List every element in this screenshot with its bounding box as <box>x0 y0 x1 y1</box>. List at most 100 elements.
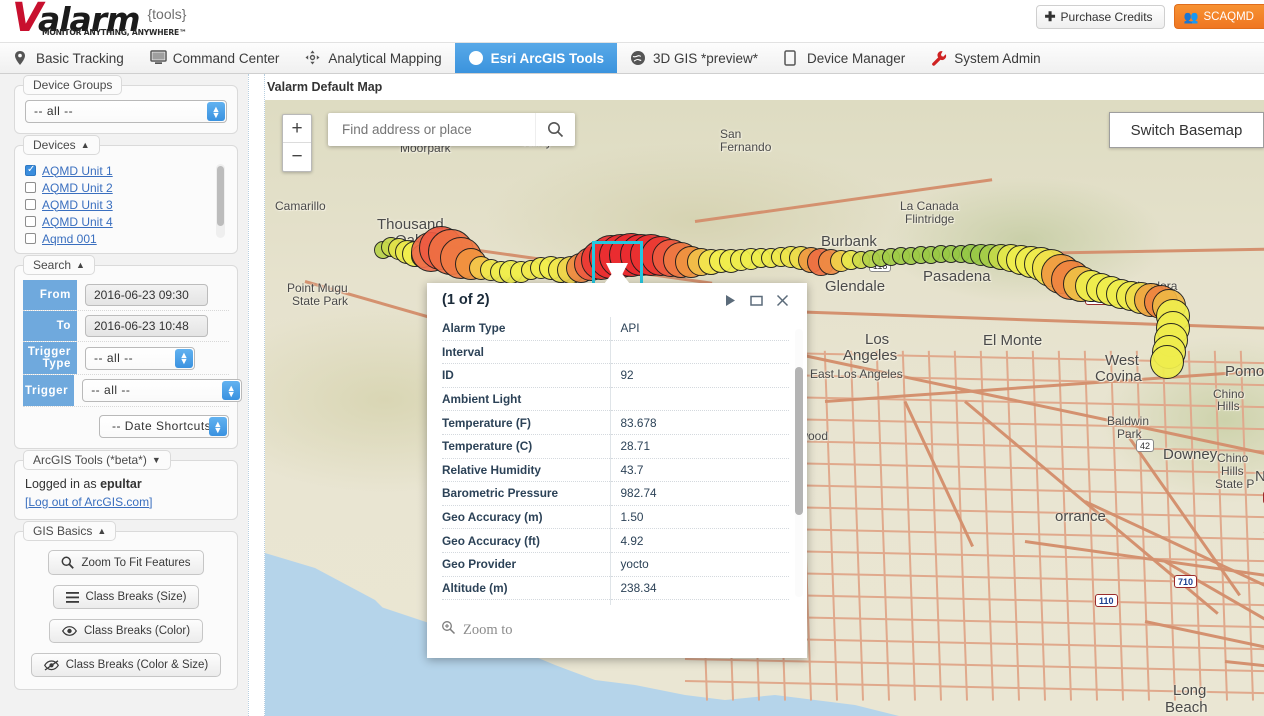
zoom-out-button[interactable]: − <box>283 143 311 171</box>
logo-tagline: MONITOR ANYTHING, ANYWHERE™ <box>42 28 187 37</box>
attribute-key: ID <box>442 368 454 383</box>
gis-button-label: Class Breaks (Color) <box>83 625 191 637</box>
gis-button-zoom-to-fit-features[interactable]: Zoom To Fit Features <box>48 550 204 575</box>
device-list-item[interactable]: AQMD Unit 3 <box>25 196 227 213</box>
play-next-icon[interactable] <box>717 287 743 313</box>
gis-button-class-breaks-color[interactable]: Class Breaks (Color) <box>48 619 204 643</box>
attribute-value: 781.96 <box>609 599 789 605</box>
devices-legend[interactable]: Devices ▲ <box>23 135 100 155</box>
trigger-select[interactable]: -- all -- ▲ ▼ <box>82 379 243 402</box>
trigger-type-select[interactable]: -- all -- ▲ ▼ <box>85 346 195 370</box>
map-search-box <box>328 113 575 146</box>
attribute-key: Altitude (m) <box>442 580 508 595</box>
chevron-updown-icon[interactable]: ▲ ▼ <box>175 348 193 368</box>
device-checkbox[interactable] <box>25 216 36 227</box>
date-shortcuts-select[interactable]: -- Date Shortcuts -- ▲ ▼ <box>99 415 229 438</box>
switch-basemap-button[interactable]: Switch Basemap <box>1109 112 1264 148</box>
gis-basics-legend[interactable]: GIS Basics ▲ <box>23 521 117 541</box>
bracket-close: ] <box>149 495 153 509</box>
device-list-item[interactable]: AQMD Unit 1 <box>25 162 227 179</box>
purchase-credits-button[interactable]: ✚ Purchase Credits <box>1035 4 1165 29</box>
map-label: Glendale <box>825 278 886 295</box>
device-label[interactable]: Aqmd 001 <box>42 232 97 246</box>
zoom-in-button[interactable]: + <box>283 115 311 143</box>
purchase-credits-label: Purchase Credits <box>1060 9 1153 24</box>
attribute-row: Altitude (m) 238.34 <box>442 576 789 600</box>
map-search-input[interactable] <box>328 121 535 138</box>
popup-scrollbar[interactable] <box>795 329 803 597</box>
trigger-value: -- all -- <box>82 379 243 402</box>
attribute-value: 43.7 <box>609 458 789 482</box>
device-list-scrollbar[interactable] <box>216 164 225 238</box>
nav-tab-3d-gis-preview[interactable]: 3D GIS *preview* <box>617 43 771 73</box>
sensor-data-point[interactable] <box>1150 345 1184 379</box>
device-label[interactable]: AQMD Unit 1 <box>42 164 113 178</box>
device-list-item[interactable]: AQMD Unit 2 <box>25 179 227 196</box>
nav-tab-esri-arcgis-tools[interactable]: Esri ArcGIS Tools <box>454 43 617 73</box>
attribute-key: Alarm Type <box>442 321 506 336</box>
nav-tab-basic-tracking[interactable]: Basic Tracking <box>0 43 137 73</box>
device-label[interactable]: AQMD Unit 2 <box>42 181 113 195</box>
chevron-updown-icon[interactable]: ▲ ▼ <box>222 381 241 400</box>
attribute-row: Alarm Type API <box>442 317 789 341</box>
map-label: Burbank <box>821 233 877 250</box>
zoom-to-link[interactable]: Zoom to <box>463 622 513 639</box>
attribute-value: 1.50 <box>609 505 789 529</box>
device-label[interactable]: AQMD Unit 4 <box>42 215 113 229</box>
devices-panel: Devices ▲ AQMD Unit 1 AQMD Unit 2 AQMD Uni… <box>14 135 238 254</box>
valarm-logo[interactable]: Valarm MONITOR ANYTHING, ANYWHERE™ {tool… <box>12 0 187 38</box>
search-panel: Search ▲ From To Trigger Type -- all -- … <box>14 255 243 449</box>
trigger-type-field-wrap: -- all -- ▲ ▼ <box>77 342 229 374</box>
map-label: Pasadena <box>923 268 991 285</box>
nav-tab-analytical-mapping[interactable]: Analytical Mapping <box>292 43 454 73</box>
chevron-updown-icon[interactable]: ▲ ▼ <box>207 102 225 121</box>
nav-tab-command-center[interactable]: Command Center <box>137 43 293 73</box>
map-label: Angeles <box>843 347 898 364</box>
from-date-input[interactable] <box>85 284 208 306</box>
trigger-field-wrap: -- all -- ▲ ▼ <box>74 375 243 406</box>
nav-tab-label: 3D GIS *preview* <box>652 50 758 66</box>
popup-scroll-thumb[interactable] <box>795 367 803 515</box>
device-list-item[interactable]: AQMD Unit 4 <box>25 213 227 230</box>
gis-button-class-breaks-color-size[interactable]: Class Breaks (Color & Size) <box>30 653 222 677</box>
nav-tab-label: System Admin <box>954 50 1041 66</box>
device-list-scroll-thumb[interactable] <box>217 166 224 226</box>
highway-shield: 710 <box>1174 575 1198 588</box>
account-button[interactable]: 👥 SCAQMD <box>1173 4 1264 29</box>
arcgis-tools-legend[interactable]: ArcGIS Tools (*beta*) ▼ <box>23 450 171 470</box>
device-checkbox[interactable] <box>25 164 36 176</box>
logo-block: Valarm MONITOR ANYTHING, ANYWHERE™ <box>12 0 187 38</box>
map-label: State Park <box>292 294 349 308</box>
close-icon[interactable] <box>769 287 795 313</box>
device-groups-selected-value: -- all -- <box>25 100 227 123</box>
map-label: Norwalk <box>1255 468 1264 485</box>
maximize-icon[interactable] <box>743 287 769 313</box>
device-list-item[interactable]: Aqmd 001 <box>25 230 227 247</box>
device-checkbox[interactable] <box>25 182 36 193</box>
eye-slash-icon <box>43 659 59 671</box>
nav-tab-system-admin[interactable]: System Admin <box>918 43 1053 73</box>
account-label: SCAQMD <box>1203 10 1254 23</box>
search-icon[interactable] <box>535 113 575 146</box>
search-row-from: From <box>23 280 229 311</box>
attribute-value: API <box>609 317 789 341</box>
to-date-input[interactable] <box>85 315 208 337</box>
popup-title: (1 of 2) <box>442 292 490 308</box>
plus-icon: ✚ <box>1044 8 1056 24</box>
logout-link[interactable]: Log out of ArcGIS.com <box>28 495 149 509</box>
logged-in-username: epultar <box>100 477 142 491</box>
map-label: San Fernando <box>720 127 772 154</box>
gis-basics-buttons: Zoom To Fit Features Class Breaks (Size) C… <box>25 550 227 677</box>
nav-tab-device-manager[interactable]: Device Manager <box>771 43 918 73</box>
device-label[interactable]: AQMD Unit 3 <box>42 198 113 212</box>
search-legend[interactable]: Search ▲ <box>23 255 95 275</box>
chevron-updown-icon[interactable]: ▲ ▼ <box>209 417 227 436</box>
wrench-icon <box>931 50 947 66</box>
device-checkbox[interactable] <box>25 199 36 210</box>
from-field-wrap <box>77 280 229 310</box>
gis-basics-legend-label: GIS Basics <box>33 524 93 538</box>
device-groups-select[interactable]: -- all -- ▲ ▼ <box>25 100 227 123</box>
gis-button-class-breaks-size[interactable]: Class Breaks (Size) <box>52 585 200 609</box>
device-checkbox[interactable] <box>25 233 36 244</box>
nav-tab-label: Analytical Mapping <box>328 50 442 66</box>
